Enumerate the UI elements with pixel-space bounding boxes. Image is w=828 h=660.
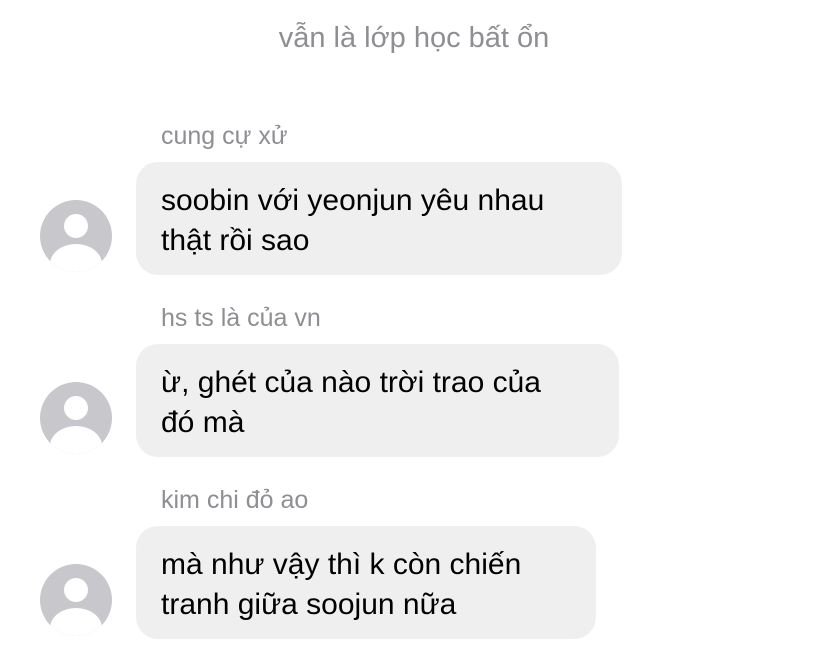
avatar-head-icon [64,214,88,238]
avatar-body-icon [50,244,102,272]
message-text-line: tranh giữa soojun nữa [161,588,457,621]
sender-name: cung cự xử [161,122,288,150]
avatar-body-icon [50,608,102,636]
message-bubble[interactable]: soobin với yeonjun yêu nhau thật rồi sao [136,162,622,275]
avatar-head-icon [64,396,88,420]
message-group: cung cự xử soobin với yeonjun yêu nhau t… [0,122,828,282]
message-text-line: ừ, ghét của nào trời trao của [161,366,541,399]
message-text-line: soobin với yeonjun yêu nhau [161,184,545,217]
sender-name: hs ts là của vn [161,304,321,332]
message-text-line: mà như vậy thì k còn chiến [161,548,522,581]
avatar-head-icon [64,578,88,602]
avatar[interactable] [40,564,112,636]
avatar[interactable] [40,200,112,272]
message-text-line: thật rồi sao [161,224,310,257]
sender-name: kim chi đỏ ao [161,486,309,514]
message-text-line: đó mà [161,406,245,439]
message-bubble[interactable]: ừ, ghét của nào trời trao của đó mà [136,344,619,457]
chat-title[interactable]: vẫn là lớp học bất ổn [0,22,828,55]
message-bubble[interactable]: mà như vậy thì k còn chiến tranh giữa so… [136,526,596,639]
avatar-body-icon [50,426,102,454]
message-group: kim chi đỏ ao mà như vậy thì k còn chiến… [0,486,828,646]
message-group: hs ts là của vn ừ, ghét của nào trời tra… [0,304,828,464]
avatar[interactable] [40,382,112,454]
